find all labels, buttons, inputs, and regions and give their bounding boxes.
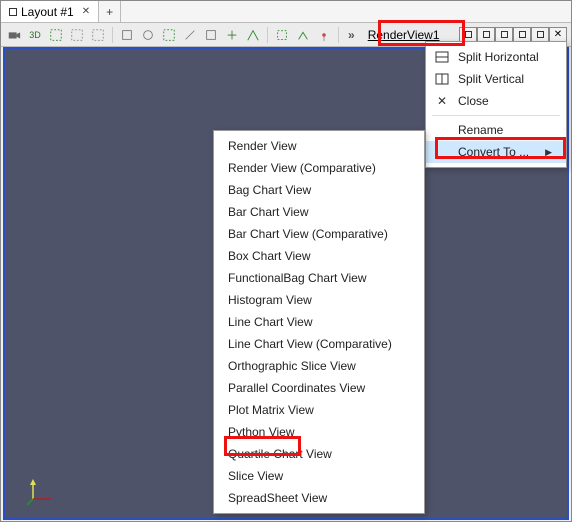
- convert-option-quartile-chart-view[interactable]: Quartile Chart View: [214, 443, 424, 465]
- convert-option-python-view[interactable]: Python View: [214, 421, 424, 443]
- toolbar-separator: [338, 27, 339, 43]
- close-icon: ✕: [434, 93, 450, 109]
- view-context-menu: Split Horizontal Split Vertical ✕ Close …: [425, 41, 567, 168]
- split-vertical-icon: [434, 71, 450, 87]
- menu-label: Bag Chart View: [228, 183, 311, 197]
- menu-label: Histogram View: [228, 293, 312, 307]
- split-horizontal-icon: [434, 49, 450, 65]
- menu-label: Bar Chart View: [228, 205, 308, 219]
- convert-option-slice-view[interactable]: Slice View: [214, 465, 424, 487]
- toolbar-icon-13[interactable]: [315, 26, 333, 44]
- menu-label: Split Horizontal: [458, 50, 539, 64]
- toolbar-icon-1[interactable]: [47, 26, 65, 44]
- menu-split-horizontal[interactable]: Split Horizontal: [426, 46, 566, 68]
- convert-option-plot-matrix-view[interactable]: Plot Matrix View: [214, 399, 424, 421]
- convert-option-bar-chart-view[interactable]: Bar Chart View: [214, 201, 424, 223]
- menu-label: Quartile Chart View: [228, 447, 332, 461]
- convert-option-render-view[interactable]: Render View: [214, 135, 424, 157]
- window-icon: [9, 8, 17, 16]
- mode-3d-button[interactable]: 3D: [26, 26, 44, 44]
- tab-label: Layout #1: [21, 5, 74, 19]
- toolbar-icon-8[interactable]: [202, 26, 220, 44]
- toolbar-icon-9[interactable]: [223, 26, 241, 44]
- menu-label: Rename: [458, 123, 503, 137]
- menu-label: Split Vertical: [458, 72, 524, 86]
- menu-label: Line Chart View (Comparative): [228, 337, 392, 351]
- convert-option-bag-chart-view[interactable]: Bag Chart View: [214, 179, 424, 201]
- convert-option-box-chart-view[interactable]: Box Chart View: [214, 245, 424, 267]
- menu-label: Orthographic Slice View: [228, 359, 356, 373]
- blank-icon: [434, 144, 450, 160]
- toolbar-icon-4[interactable]: [118, 26, 136, 44]
- convert-option-orthographic-slice-view[interactable]: Orthographic Slice View: [214, 355, 424, 377]
- menu-split-vertical[interactable]: Split Vertical: [426, 68, 566, 90]
- menu-label: Render View (Comparative): [228, 161, 376, 175]
- convert-option-functionalbag-chart-view[interactable]: FunctionalBag Chart View: [214, 267, 424, 289]
- blank-icon: [434, 122, 450, 138]
- submenu-arrow-icon: ▶: [545, 147, 552, 158]
- toolbar-icon-5[interactable]: [139, 26, 157, 44]
- toolbar-separator: [112, 27, 113, 43]
- convert-to-submenu: Render View Render View (Comparative) Bag …: [213, 130, 425, 514]
- orientation-axes-icon: [25, 477, 55, 510]
- menu-label: Slice View: [228, 469, 283, 483]
- camera-icon[interactable]: [5, 26, 23, 44]
- menu-label: FunctionalBag Chart View: [228, 271, 367, 285]
- toolbar-separator: [267, 27, 268, 43]
- add-layout-tab[interactable]: +: [99, 1, 121, 22]
- convert-option-line-chart-view-comparative[interactable]: Line Chart View (Comparative): [214, 333, 424, 355]
- menu-close[interactable]: ✕ Close: [426, 90, 566, 112]
- menu-label: Render View: [228, 139, 296, 153]
- toolbar-overflow[interactable]: »: [344, 28, 359, 42]
- menu-label: Python View: [228, 425, 295, 439]
- convert-option-line-chart-view[interactable]: Line Chart View: [214, 311, 424, 333]
- close-icon[interactable]: ✕: [82, 6, 90, 17]
- convert-option-bar-chart-view-comparative[interactable]: Bar Chart View (Comparative): [214, 223, 424, 245]
- menu-label: Convert To ...: [458, 145, 529, 159]
- menu-rename[interactable]: Rename: [426, 119, 566, 141]
- menu-label: Parallel Coordinates View: [228, 381, 365, 395]
- menu-label: Bar Chart View (Comparative): [228, 227, 388, 241]
- menu-label: Close: [458, 94, 489, 108]
- toolbar-icon-12[interactable]: [294, 26, 312, 44]
- toolbar-icon-3[interactable]: [89, 26, 107, 44]
- toolbar-icon-7[interactable]: [181, 26, 199, 44]
- active-view-name[interactable]: RenderView1: [368, 28, 440, 42]
- toolbar-icon-11[interactable]: [273, 26, 291, 44]
- toolbar-icon-10[interactable]: [244, 26, 262, 44]
- convert-option-parallel-coordinates-view[interactable]: Parallel Coordinates View: [214, 377, 424, 399]
- menu-label: SpreadSheet View: [228, 491, 327, 505]
- toolbar-icon-2[interactable]: [68, 26, 86, 44]
- menu-label: Plot Matrix View: [228, 403, 314, 417]
- menu-label: Line Chart View: [228, 315, 313, 329]
- menu-separator: [432, 115, 560, 116]
- convert-option-spreadsheet-view[interactable]: SpreadSheet View: [214, 487, 424, 509]
- layout-tab-bar: Layout #1 ✕ +: [1, 1, 571, 23]
- layout-tab-1[interactable]: Layout #1 ✕: [1, 1, 99, 22]
- convert-option-render-view-comparative[interactable]: Render View (Comparative): [214, 157, 424, 179]
- menu-label: Box Chart View: [228, 249, 310, 263]
- menu-convert-to[interactable]: Convert To ... ▶: [426, 141, 566, 163]
- convert-option-histogram-view[interactable]: Histogram View: [214, 289, 424, 311]
- toolbar-icon-6[interactable]: [160, 26, 178, 44]
